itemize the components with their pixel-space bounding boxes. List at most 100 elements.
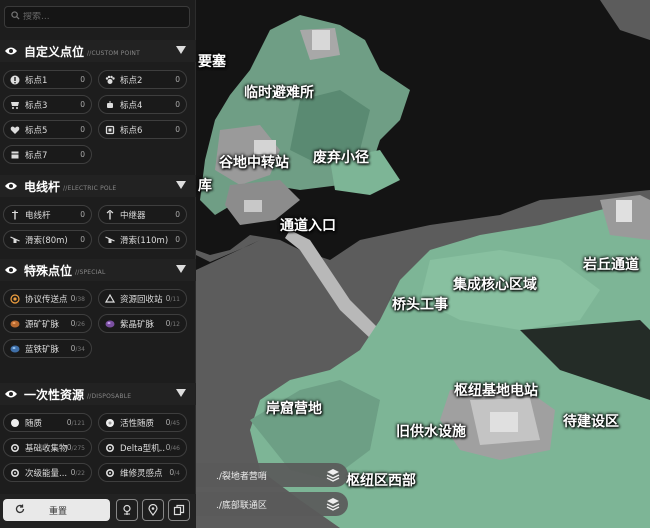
item-count: 0 — [175, 100, 180, 109]
section-header-electric-pole[interactable]: 电线杆 //ELECTRIC POLE — [0, 175, 196, 197]
section-subtitle: //SPECIAL — [75, 268, 106, 276]
collapse-caret-icon[interactable] — [176, 181, 186, 189]
item-label: 次级能量... — [25, 468, 68, 479]
list-item[interactable]: 标点1 0 — [3, 70, 92, 89]
route-pin-icon — [121, 501, 133, 520]
section-header-disposable[interactable]: 一次性资源 //DISPOSABLE — [0, 383, 196, 405]
eye-icon[interactable] — [4, 179, 18, 193]
section-subtitle: //DISPOSABLE — [87, 392, 132, 400]
list-item[interactable]: 活性随质 0/45 — [98, 413, 187, 432]
map-label[interactable]: 岩丘通道 — [583, 254, 639, 274]
list-item[interactable]: 维修灵感点 0/4 — [98, 463, 187, 482]
section-title: 一次性资源 — [24, 387, 85, 402]
list-item[interactable]: 源矿矿脉 0/26 — [3, 314, 92, 333]
map-label[interactable]: 桥头工事 — [392, 294, 448, 314]
map-label[interactable]: 待建设区 — [563, 411, 619, 431]
eye-icon[interactable] — [4, 44, 18, 58]
item-label: Delta型机... — [120, 443, 166, 454]
map-label[interactable]: 通道入口 — [280, 215, 336, 235]
search-input[interactable] — [23, 12, 183, 22]
item-label: 标点7 — [25, 150, 48, 161]
map-label[interactable]: 旧供水设施 — [396, 421, 466, 441]
list-item[interactable]: 标点5 0 — [3, 120, 92, 139]
eye-icon[interactable] — [4, 387, 18, 401]
list-item[interactable]: 滑索(110m) 0 — [98, 230, 187, 249]
item-count: 0/45 — [165, 418, 180, 427]
section-subtitle: //ELECTRIC POLE — [63, 184, 117, 192]
search-box[interactable] — [4, 6, 190, 28]
floor-selector-1[interactable]: ./裂地者营哨 — [196, 463, 348, 487]
list-item[interactable]: 标点3 0 — [3, 95, 92, 114]
item-count: 0/26 — [70, 319, 85, 328]
list-item[interactable]: 电线杆 0 — [3, 205, 92, 224]
map-label[interactable]: 库 — [198, 175, 212, 195]
list-item[interactable]: 次级能量... 0/22 — [3, 463, 92, 482]
item-label: 紫晶矿脉 — [120, 319, 155, 330]
item-count: 0 — [80, 235, 85, 244]
list-item[interactable]: 随质 0/121 — [3, 413, 92, 432]
floor-selector-2[interactable]: ./底部联通区 — [196, 492, 348, 516]
section-title: 电线杆 — [24, 179, 61, 194]
collapse-caret-icon[interactable] — [176, 46, 186, 54]
list-item[interactable]: 滑索(80m) 0 — [3, 230, 92, 249]
map-label[interactable]: 集成核心区域 — [453, 274, 537, 294]
item-label: 基础收集物 — [25, 443, 67, 454]
collapse-caret-icon[interactable] — [176, 389, 186, 397]
item-label: 协议传送点 — [25, 294, 68, 305]
ore-blue-icon — [9, 343, 20, 354]
item-count: 0/34 — [70, 344, 85, 353]
collapse-caret-icon[interactable] — [176, 265, 186, 273]
map-label[interactable]: 谷地中转站 — [219, 152, 289, 172]
box-icon — [9, 149, 20, 160]
cube-icon — [104, 124, 115, 135]
layers-icon — [324, 466, 342, 484]
map-label[interactable]: 枢纽基地电站 — [454, 380, 538, 400]
copy-button[interactable] — [168, 499, 190, 521]
layers-icon — [324, 495, 342, 513]
item-count: 0/11 — [165, 294, 180, 303]
list-item[interactable]: 协议传送点 0/38 — [3, 289, 92, 308]
item-label: 电线杆 — [25, 210, 51, 221]
item-label: 蓝铁矿脉 — [25, 344, 60, 355]
heart-icon — [9, 124, 20, 135]
list-item[interactable]: 标点4 0 — [98, 95, 187, 114]
copy-icon — [173, 501, 185, 520]
list-item[interactable]: 基础收集物 0/275 — [3, 438, 92, 457]
item-count: 0/275 — [66, 443, 85, 452]
list-item[interactable]: Delta型机... 0/46 — [98, 438, 187, 457]
map-label[interactable]: 岸窟营地 — [266, 398, 322, 418]
map-pin-icon — [147, 501, 159, 520]
cart-icon — [9, 99, 20, 110]
list-item[interactable]: 标点6 0 — [98, 120, 187, 139]
map-label[interactable]: 临时避难所 — [244, 82, 314, 102]
gear-icon — [9, 442, 20, 453]
item-label: 滑索(110m) — [120, 235, 169, 246]
orb-icon — [104, 417, 115, 428]
reset-button[interactable]: 重置 — [3, 499, 110, 521]
gear-icon — [104, 467, 115, 478]
list-item[interactable]: 标点2 0 — [98, 70, 187, 89]
zipline-icon — [9, 234, 20, 245]
item-count: 0 — [80, 100, 85, 109]
item-label: 标点3 — [25, 100, 48, 111]
section-header-special[interactable]: 特殊点位 //SPECIAL — [0, 259, 196, 281]
map-label[interactable]: 要塞 — [198, 51, 226, 71]
item-count: 0 — [80, 75, 85, 84]
map-label[interactable]: 废弃小径 — [313, 147, 369, 167]
section-header-custom-point[interactable]: 自定义点位 //CUSTOM POINT — [0, 40, 196, 62]
section-title: 特殊点位 — [24, 263, 73, 278]
floor-label: ./底部联通区 — [216, 500, 267, 511]
list-item[interactable]: 资源回收站 0/11 — [98, 289, 187, 308]
eye-icon[interactable] — [4, 263, 18, 277]
list-item[interactable]: 蓝铁矿脉 0/34 — [3, 339, 92, 358]
item-count: 0 — [80, 150, 85, 159]
item-count: 0 — [80, 125, 85, 134]
list-item[interactable]: 中继器 0 — [98, 205, 187, 224]
item-count: 0 — [175, 75, 180, 84]
bottom-toolbar: 重置 — [0, 494, 196, 528]
map-pin-button[interactable] — [142, 499, 164, 521]
map-label[interactable]: 枢纽区西部 — [346, 470, 416, 490]
route-pin-button[interactable] — [116, 499, 138, 521]
list-item[interactable]: 紫晶矿脉 0/12 — [98, 314, 187, 333]
list-item[interactable]: 标点7 0 — [3, 145, 92, 164]
